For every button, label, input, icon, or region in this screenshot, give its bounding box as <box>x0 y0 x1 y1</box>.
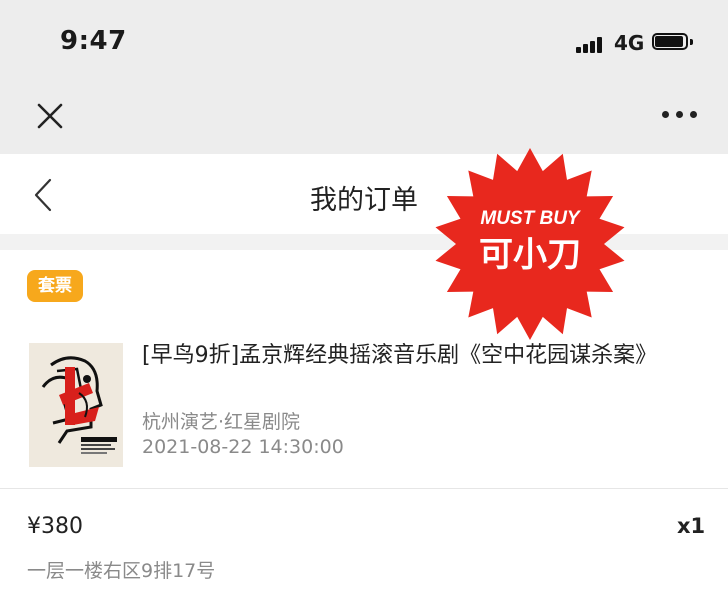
seat-info: 一层一楼右区9排17号 <box>27 560 216 582</box>
stamp-text-line1: MUST BUY <box>480 208 582 229</box>
event-datetime: 2021-08-22 14:30:00 <box>142 436 344 458</box>
network-type: 4G <box>614 31 645 55</box>
order-quantity: x1 <box>677 514 706 538</box>
event-title[interactable]: [早鸟9折]孟京辉经典摇滚音乐剧《空中花园谋杀案》 <box>142 340 682 372</box>
signal-icon <box>576 36 610 53</box>
event-poster-image[interactable] <box>29 343 123 467</box>
must-buy-stamp: MUST BUY 可小刀 <box>435 148 625 340</box>
ticket-type-badge: 套票 <box>27 270 83 302</box>
stamp-text-line2: 可小刀 <box>479 235 581 275</box>
row-divider <box>0 488 728 489</box>
close-icon[interactable] <box>36 102 64 130</box>
event-venue: 杭州演艺·红星剧院 <box>142 411 301 433</box>
more-horizontal-icon[interactable] <box>662 111 698 121</box>
status-time: 9:47 <box>60 26 127 56</box>
order-price: ¥380 <box>27 514 83 539</box>
battery-icon <box>652 33 694 52</box>
status-bar: 9:47 4G <box>0 0 728 88</box>
top-nav <box>0 88 728 154</box>
